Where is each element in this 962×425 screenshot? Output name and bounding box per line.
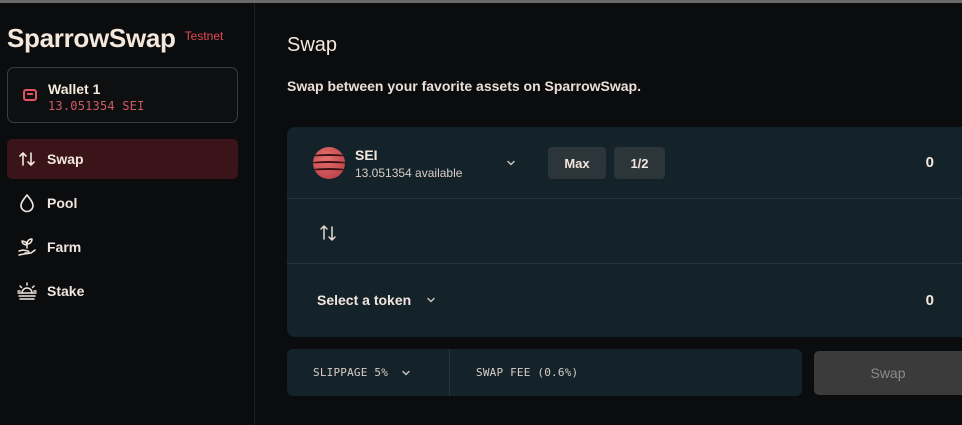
from-amount-input[interactable]: 0 [926,154,934,171]
select-token-label: Select a token [317,292,412,308]
sidebar-item-label: Swap [47,151,84,167]
swap-arrows-icon [17,149,37,169]
chevron-down-icon [427,297,435,303]
select-token-dropdown[interactable]: Select a token [317,292,437,308]
network-badge: Testnet [184,29,224,43]
brand-name: SparrowSwap [7,23,176,53]
wallet-icon [23,89,37,101]
sidebar-item-label: Stake [47,283,85,299]
sidebar-nav: Swap Pool Farm Stake [7,139,238,315]
sidebar-item-label: Pool [47,195,78,211]
swap-fee-label: SWAP FEE (0.6%) [476,366,579,379]
wallet-balance: 13.051354 SEI [48,99,145,113]
slippage-selector[interactable]: SLIPPAGE 5% [287,349,450,396]
sunrise-icon [17,281,37,301]
sei-token-icon [313,147,345,179]
sidebar-item-swap[interactable]: Swap [7,139,238,179]
wallet-card[interactable]: Wallet 1 13.051354 SEI [7,67,238,123]
page-title: Swap [287,34,338,56]
swap-direction-row [287,200,962,264]
sprout-hand-icon [17,237,37,257]
droplet-icon [17,193,37,213]
chevron-down-icon[interactable] [505,157,517,169]
chevron-down-icon [402,370,410,375]
to-token-row: Select a token 0 [287,265,962,337]
from-token-available: 13.051354 available [355,166,463,180]
page-subtitle: Swap between your favorite assets on Spa… [287,78,641,94]
half-button[interactable]: 1/2 [614,147,665,179]
sidebar-item-label: Farm [47,239,82,255]
sidebar-item-farm[interactable]: Farm [7,227,238,267]
swap-card: SEI 13.051354 available Max 1/2 0 Select… [287,127,962,337]
swap-button[interactable]: Swap [814,351,962,395]
to-amount-input[interactable]: 0 [926,292,934,309]
brand: SparrowSwap Testnet [7,23,223,54]
wallet-name: Wallet 1 [48,81,101,97]
slippage-label: SLIPPAGE 5% [313,366,389,379]
sidebar-item-stake[interactable]: Stake [7,271,238,311]
swap-direction-icon[interactable] [317,222,339,244]
from-token-name[interactable]: SEI [355,147,378,163]
from-token-row: SEI 13.051354 available Max 1/2 0 [287,127,962,199]
max-button[interactable]: Max [548,147,606,179]
swap-settings-bar: SLIPPAGE 5% SWAP FEE (0.6%) [287,349,802,396]
sidebar: SparrowSwap Testnet Wallet 1 13.051354 S… [0,3,255,425]
sidebar-item-pool[interactable]: Pool [7,183,238,223]
